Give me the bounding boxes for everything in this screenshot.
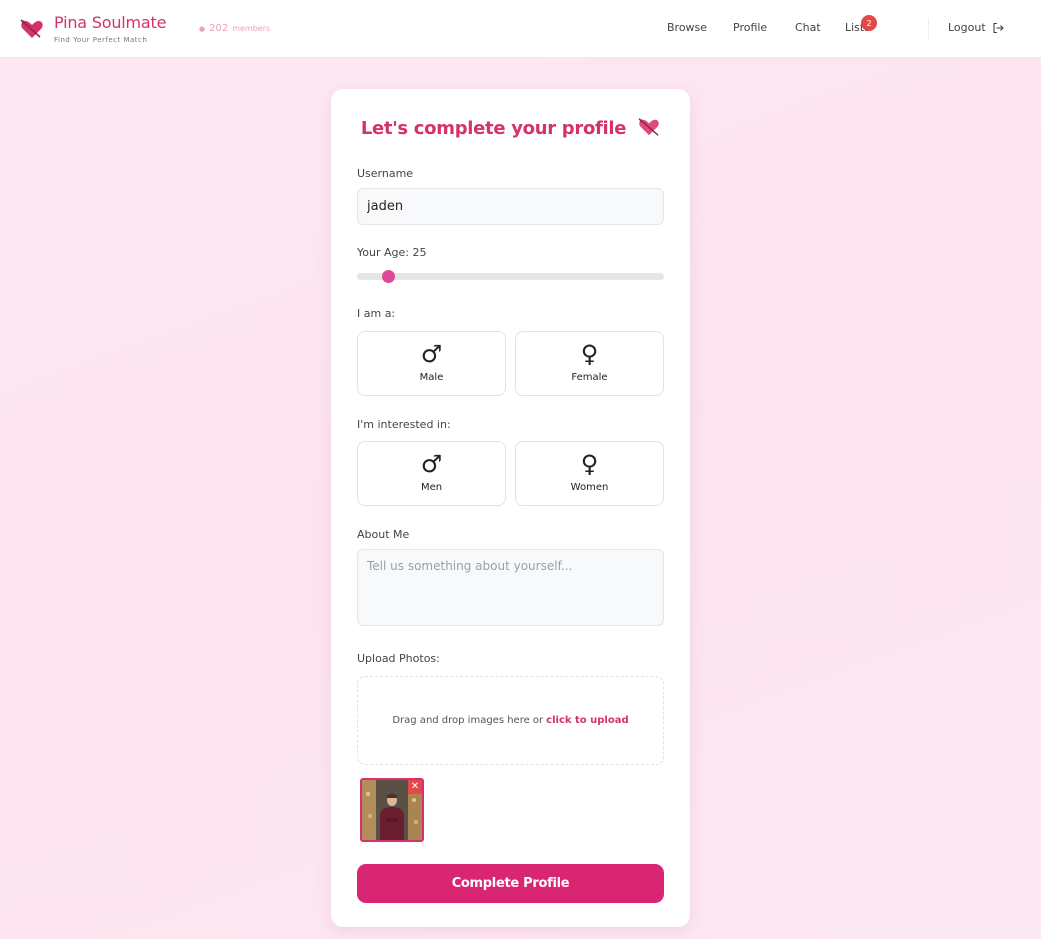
female-icon: ♀ [580,340,599,368]
interest-men-option[interactable]: ♂ Men [357,441,506,506]
interest-women-option[interactable]: ♀ Women [515,441,664,506]
username-label: Username [357,167,414,180]
logout-button[interactable]: Logout [948,21,1004,34]
gender-male-option[interactable]: ♂ Male [357,331,506,396]
heart-arrow-icon [638,118,659,136]
form-title: Let's complete your profile [331,117,690,139]
male-icon: ♂ [420,340,443,368]
online-dot-icon: ● [199,25,206,33]
male-icon: ♂ [420,450,443,478]
heart-arrow-icon[interactable] [20,18,44,40]
photo-dropzone[interactable]: Drag and drop images here or click to up… [357,676,664,765]
upload-label: Upload Photos: [357,652,440,665]
age-label: Your Age: 25 [357,246,427,259]
age-slider[interactable] [357,270,664,283]
female-icon: ♀ [580,450,599,478]
complete-profile-button[interactable]: Complete Profile [357,864,664,903]
form-title-text: Let's complete your profile [360,118,627,139]
brand-tagline: Find Your Perfect Match [54,36,148,44]
members-count: ● 202 members [199,23,270,34]
nav-chat[interactable]: Chat [795,21,821,34]
members-number: 202 [209,23,229,34]
username-input[interactable] [357,188,664,225]
click-to-upload-link[interactable]: click to upload [546,715,628,726]
profile-form-card: Let's complete your profile Username You… [331,89,690,927]
gender-female-option[interactable]: ♀ Female [515,331,664,396]
brand-name[interactable]: Pina Soulmate [54,13,166,32]
remove-photo-button[interactable]: ✕ [408,780,422,794]
logout-label: Logout [948,21,986,34]
nav-divider [928,18,929,40]
nav-profile[interactable]: Profile [733,21,767,34]
uploaded-photo-thumbnail[interactable]: ✕ [360,778,424,842]
gender-female-label: Female [571,372,608,383]
interest-men-label: Men [420,482,443,493]
gender-male-label: Male [419,372,444,383]
dropzone-text: Drag and drop images here or [392,715,544,726]
interest-label: I'm interested in: [357,418,451,431]
interest-women-label: Women [570,482,609,493]
about-label: About Me [357,528,410,541]
lists-count-badge: 2 [861,15,877,31]
members-label: members [232,24,271,33]
top-navbar: Pina Soulmate Find Your Perfect Match ● … [0,0,1041,58]
gender-label: I am a: [357,307,396,320]
logout-icon [993,22,1004,33]
about-textarea[interactable] [357,549,664,626]
nav-browse[interactable]: Browse [667,21,707,34]
age-slider-thumb[interactable] [382,270,395,283]
